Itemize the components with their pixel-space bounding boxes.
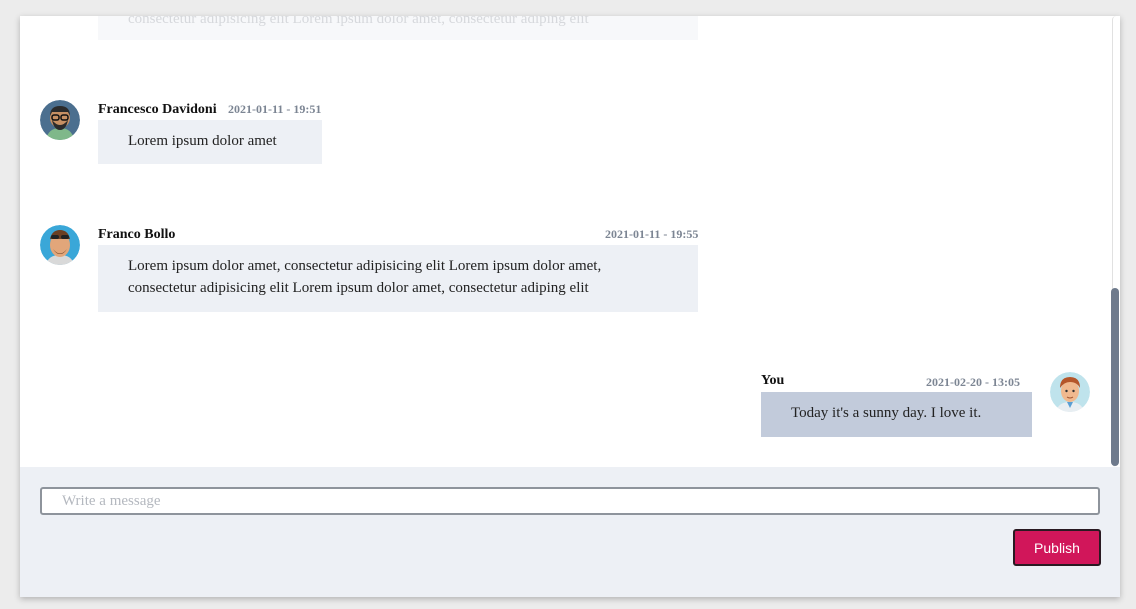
message-timestamp: 2021-02-20 - 13:05 xyxy=(926,375,1020,389)
message-composer: Publish xyxy=(20,467,1120,597)
avatar xyxy=(40,100,80,140)
message-bubble: Lorem ipsum dolor amet, consectetur adip… xyxy=(98,245,698,312)
message-author: You xyxy=(761,373,785,388)
message-bubble: consectetur adipisicing elit Lorem ipsum… xyxy=(98,16,698,40)
chat-panel: consectetur adipisicing elit Lorem ipsum… xyxy=(20,16,1120,597)
message-text-line: Lorem ipsum dolor amet, consectetur adip… xyxy=(128,258,602,274)
message-list[interactable]: consectetur adipisicing elit Lorem ipsum… xyxy=(20,16,1120,467)
message-text-line: consectetur adipisicing elit Lorem ipsum… xyxy=(128,280,589,296)
message-bubble: Today it's a sunny day. I love it. xyxy=(761,392,1032,437)
message-author: Francesco Davidoni xyxy=(98,102,217,117)
message-timestamp: 2021-01-11 - 19:51 xyxy=(228,102,322,116)
avatar xyxy=(40,225,80,265)
message-timestamp: 2021-01-11 - 19:55 xyxy=(605,227,699,241)
scrollbar-thumb[interactable] xyxy=(1111,288,1119,466)
message-bubble: Lorem ipsum dolor amet xyxy=(98,120,322,164)
message-text: Lorem ipsum dolor amet xyxy=(128,133,277,149)
scrollbar[interactable] xyxy=(1110,16,1120,467)
message-text: consectetur adipisicing elit Lorem ipsum… xyxy=(128,16,589,27)
publish-button[interactable]: Publish xyxy=(1013,529,1101,566)
message-author: Franco Bollo xyxy=(98,227,176,242)
man-sunglasses-on-head-avatar-icon xyxy=(40,225,80,265)
bearded-man-glasses-avatar-icon xyxy=(40,100,80,140)
message-input[interactable] xyxy=(40,487,1100,515)
avatar xyxy=(1050,372,1090,412)
red-haired-man-avatar-icon xyxy=(1050,372,1090,412)
message-text: Today it's a sunny day. I love it. xyxy=(791,405,982,421)
